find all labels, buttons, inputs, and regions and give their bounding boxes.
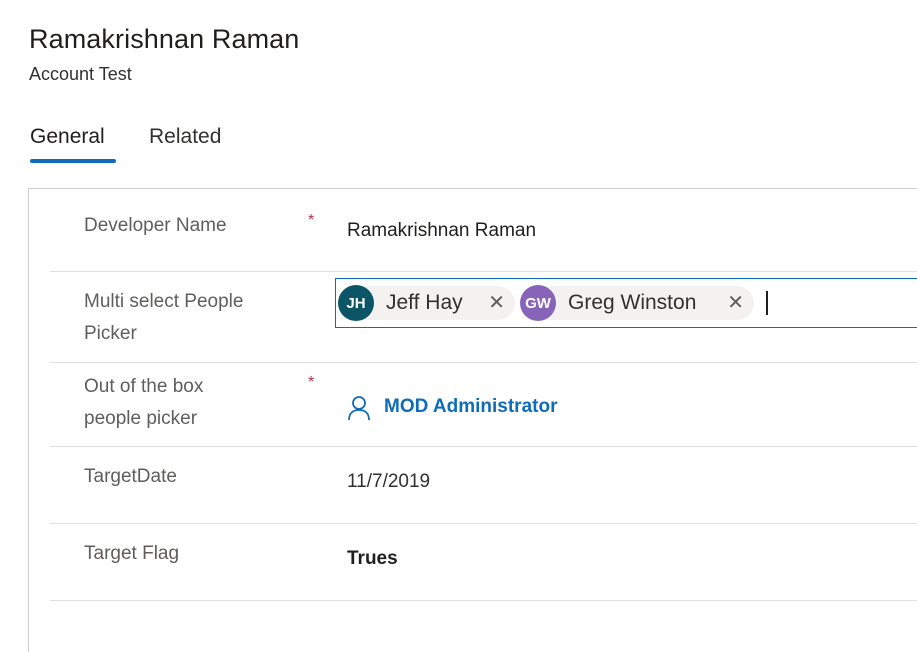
developer-name-label: Developer Name — [84, 215, 227, 236]
multi-picker-label-line1: Multi select People — [84, 291, 244, 312]
field-row-developer-name: Developer Name * Ramakrishnan Raman — [50, 188, 917, 272]
required-indicator: * — [308, 374, 315, 391]
text-caret — [766, 291, 768, 315]
active-tab-indicator — [30, 159, 116, 163]
developer-name-value[interactable]: Ramakrishnan Raman — [347, 220, 536, 242]
record-title: Ramakrishnan Raman — [29, 24, 300, 54]
required-indicator: * — [308, 212, 315, 229]
tab-related[interactable]: Related — [149, 125, 221, 149]
lookup-link-mod-administrator[interactable]: MOD Administrator — [384, 396, 557, 418]
ootb-picker-label-line2: people picker — [84, 408, 198, 429]
multi-picker-label-line2: Picker — [84, 323, 137, 344]
person-chip-name: Greg Winston — [568, 291, 697, 314]
person-chip-jeff-hay[interactable]: JH Jeff Hay ✕ — [338, 285, 515, 321]
avatar: JH — [338, 285, 374, 321]
target-flag-label: Target Flag — [84, 543, 180, 564]
multi-people-picker-input[interactable]: JH Jeff Hay ✕ GW Greg Winston ✕ — [335, 278, 917, 328]
ootb-picker-label-line1: Out of the box — [84, 376, 204, 397]
person-chip-name: Jeff Hay — [386, 291, 463, 314]
close-icon[interactable]: ✕ — [488, 292, 505, 314]
ootb-picker-label: Out of the box people picker — [84, 371, 284, 435]
target-date-value[interactable]: 11/7/2019 — [347, 471, 430, 493]
person-icon — [348, 396, 370, 421]
avatar: GW — [520, 285, 556, 321]
target-date-label: TargetDate — [84, 466, 177, 487]
target-flag-value[interactable]: Trues — [347, 548, 398, 570]
record-subtitle: Account Test — [29, 64, 132, 84]
person-chip-greg-winston[interactable]: GW Greg Winston ✕ — [520, 285, 754, 321]
close-icon[interactable]: ✕ — [727, 292, 744, 314]
multi-picker-label: Multi select People Picker — [84, 286, 284, 350]
field-row-target-flag: Target Flag Trues — [50, 523, 917, 601]
field-row-target-date: TargetDate 11/7/2019 — [50, 446, 917, 524]
tab-general[interactable]: General — [30, 125, 105, 149]
